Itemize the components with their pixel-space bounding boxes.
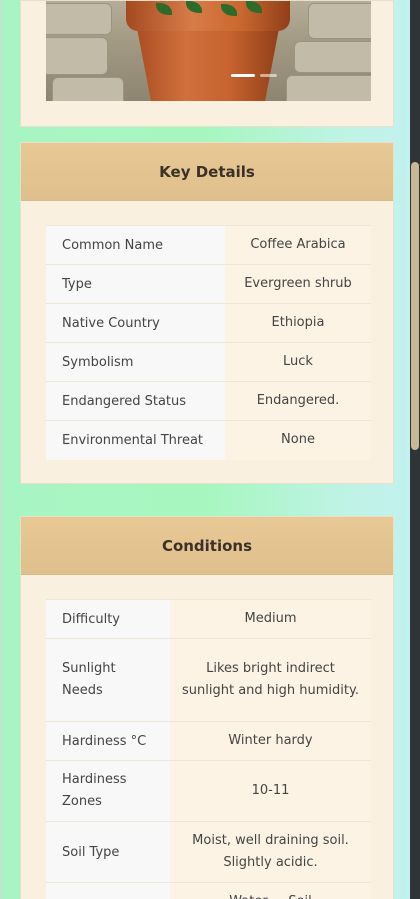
row-label: Environmental Threat — [46, 420, 225, 460]
table-row: Symbolism Luck — [46, 342, 371, 382]
row-label: Hardiness °C — [46, 721, 170, 761]
row-label: Common Name — [46, 225, 225, 265]
stone-wall — [308, 3, 371, 39]
key-details-card: Key Details Common Name Coffee Arabica T… — [20, 142, 394, 484]
table-row: Type Evergreen shrub — [46, 264, 371, 304]
plant-image-carousel[interactable] — [46, 1, 371, 101]
row-label: Sunlight Needs — [46, 638, 170, 722]
table-row: Difficulty Medium — [46, 599, 371, 639]
stone-wall — [46, 37, 108, 75]
carousel-indicator[interactable] — [260, 74, 277, 77]
row-value: Evergreen shrub — [225, 264, 371, 304]
row-value: Moist, well draining soil. Slightly acid… — [170, 821, 371, 883]
row-value: None — [225, 420, 371, 460]
carousel-indicator-active[interactable] — [231, 74, 255, 77]
table-row: Hardiness Zones 10-11 — [46, 760, 371, 822]
key-details-table: Common Name Coffee Arabica Type Evergree… — [46, 225, 371, 460]
stone-wall — [286, 75, 371, 101]
row-value: Endangered. — [225, 381, 371, 421]
conditions-title: Conditions — [21, 517, 393, 575]
row-value: Luck — [225, 342, 371, 382]
row-value: Winter hardy — [170, 721, 371, 761]
row-label: Native Country — [46, 303, 225, 343]
row-label: Type — [46, 264, 225, 304]
row-value: Coffee Arabica — [225, 225, 371, 265]
table-row: Common Name Coffee Arabica — [46, 225, 371, 265]
table-row: Environmental Threat None — [46, 420, 371, 460]
key-details-title: Key Details — [21, 143, 393, 201]
row-value: Ethiopia — [225, 303, 371, 343]
stone-wall — [52, 77, 124, 101]
stone-wall — [46, 3, 112, 35]
row-label: Symbolism — [46, 342, 225, 382]
row-value: 10-11 — [170, 760, 371, 822]
row-value: Water ... Soil — [170, 882, 371, 899]
table-row: Hardiness °C Winter hardy — [46, 721, 371, 761]
conditions-table: Difficulty Medium Sunlight Needs Likes b… — [46, 599, 371, 899]
conditions-card: Conditions Difficulty Medium Sunlight Ne… — [20, 516, 394, 899]
scrollbar-thumb[interactable] — [411, 162, 419, 450]
row-label: Hardiness Zones — [46, 760, 170, 822]
stone-wall — [294, 41, 371, 73]
table-row: Endangered Status Endangered. — [46, 381, 371, 421]
row-value: Medium — [170, 599, 371, 639]
row-label — [46, 882, 170, 899]
table-row: Soil Type Moist, well draining soil. Sli… — [46, 821, 371, 883]
row-label: Soil Type — [46, 821, 170, 883]
row-label: Difficulty — [46, 599, 170, 639]
table-row: Native Country Ethiopia — [46, 303, 371, 343]
row-label: Endangered Status — [46, 381, 225, 421]
plant-pot-rim — [126, 1, 290, 31]
table-row: Water ... Soil — [46, 882, 371, 899]
table-row: Sunlight Needs Likes bright indirect sun… — [46, 638, 371, 722]
row-value: Likes bright indirect sunlight and high … — [170, 638, 371, 722]
plant-image-card — [20, 0, 394, 127]
